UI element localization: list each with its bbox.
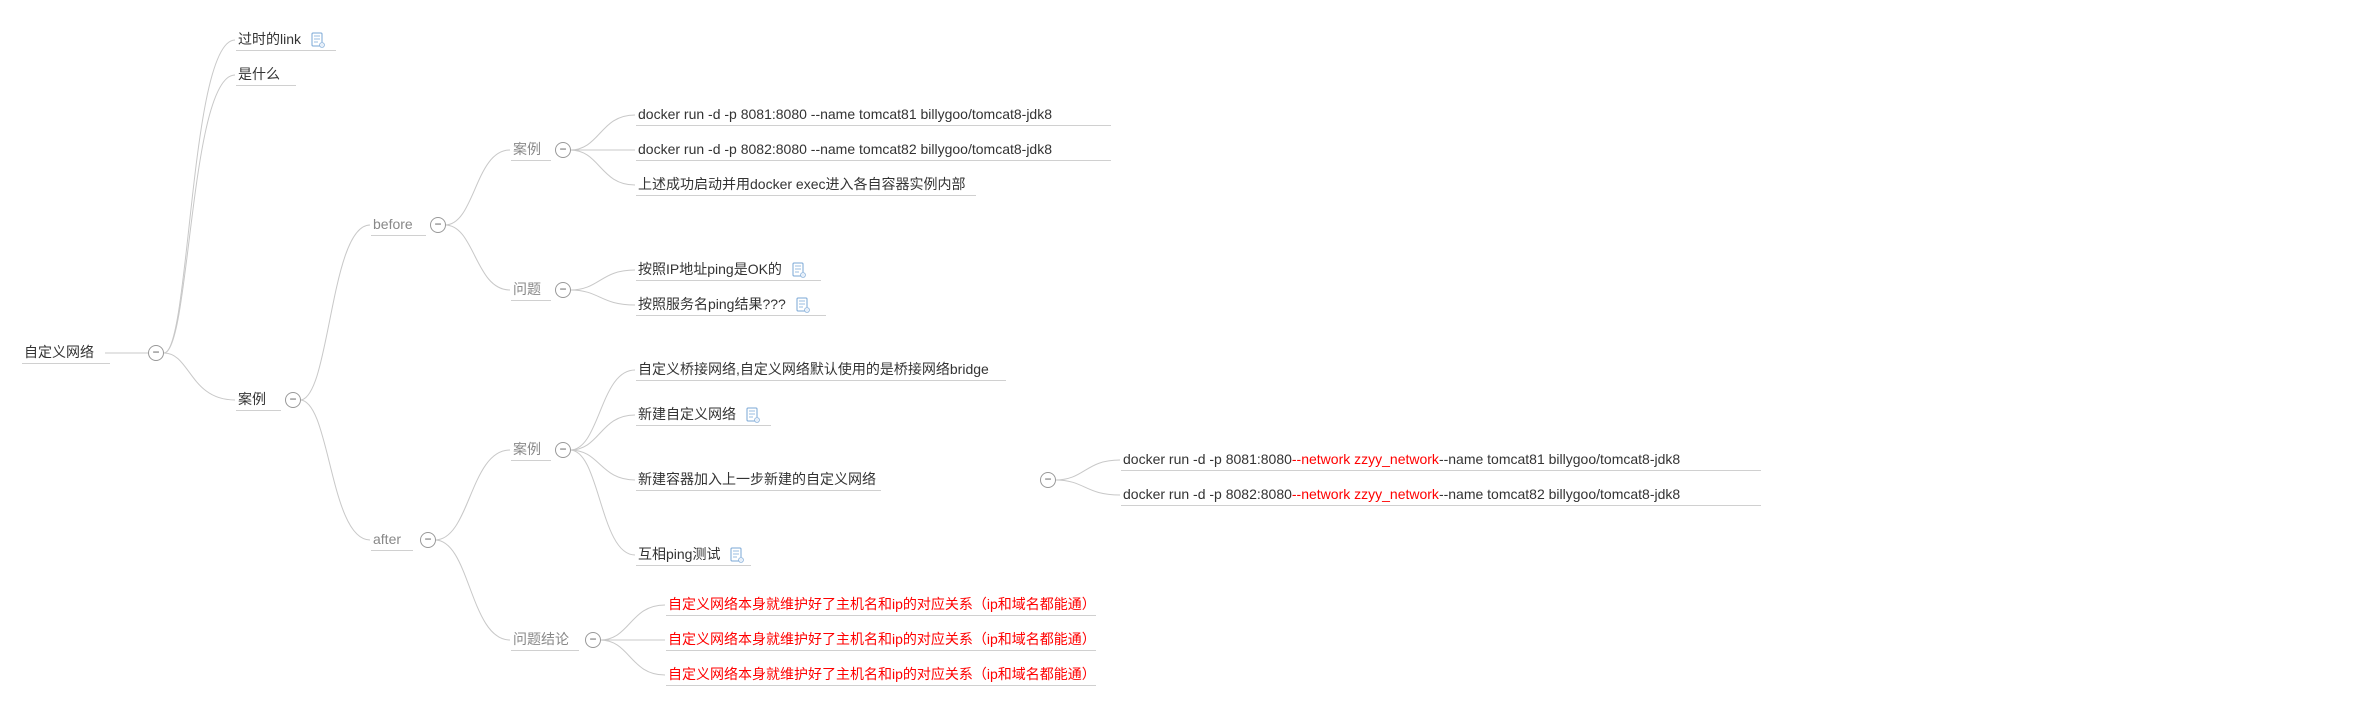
node-before-case[interactable]: 案例 <box>513 140 541 160</box>
node-label: 按照IP地址ping是OK的 <box>638 260 782 280</box>
node-underline <box>1121 505 1761 506</box>
node-label: before <box>373 215 413 235</box>
node-underline <box>636 490 881 491</box>
node-label: 自定义网络本身就维护好了主机名和ip的对应关系（ip和域名都能通） <box>668 665 1096 685</box>
node-underline <box>511 460 551 461</box>
note-icon <box>796 297 810 313</box>
node-underline <box>511 300 551 301</box>
node-conclusion-1[interactable]: 自定义网络本身就维护好了主机名和ip的对应关系（ip和域名都能通） <box>668 595 1096 615</box>
node-underline <box>236 85 296 86</box>
node-conclusion-3[interactable]: 自定义网络本身就维护好了主机名和ip的对应关系（ip和域名都能通） <box>668 665 1096 685</box>
note-icon <box>730 547 744 563</box>
node-underline <box>666 685 1096 686</box>
node-label: 案例 <box>513 140 541 160</box>
node-label: 问题结论 <box>513 630 569 650</box>
node-underline <box>511 650 579 651</box>
node-ping-ip[interactable]: 按照IP地址ping是OK的 <box>638 260 806 280</box>
node-label: 自定义网络 <box>24 343 94 363</box>
node-join-run2[interactable]: docker run -d -p 8082:8080 --network zzy… <box>1123 485 1680 505</box>
node-conclusion-2[interactable]: 自定义网络本身就维护好了主机名和ip的对应关系（ip和域名都能通） <box>668 630 1096 650</box>
node-underline <box>636 565 751 566</box>
node-underline <box>636 125 1111 126</box>
note-icon <box>746 407 760 423</box>
node-label: docker run -d -p 8081:8080 --name tomcat… <box>638 105 1052 125</box>
toggle-before-problem[interactable] <box>555 282 571 298</box>
node-after[interactable]: after <box>373 530 401 550</box>
node-underline <box>22 363 110 364</box>
node-create-net[interactable]: 新建自定义网络 <box>638 405 760 425</box>
node-underline <box>666 615 1096 616</box>
node-ping-name[interactable]: 按照服务名ping结果??? <box>638 295 810 315</box>
node-underline <box>636 425 771 426</box>
cmd-part: --name tomcat81 billygoo/tomcat8-jdk8 <box>1439 450 1680 470</box>
cmd-part: --name tomcat82 billygoo/tomcat8-jdk8 <box>1439 485 1680 505</box>
cmd-part: docker run -d -p 8081:8080 <box>1123 450 1292 470</box>
node-after-case[interactable]: 案例 <box>513 440 541 460</box>
connectors <box>0 0 2371 716</box>
node-before-exec[interactable]: 上述成功启动并用docker exec进入各自容器实例内部 <box>638 175 965 195</box>
node-underline <box>511 160 551 161</box>
node-label: 自定义桥接网络,自定义网络默认使用的是桥接网络bridge <box>638 360 989 380</box>
note-icon <box>311 32 325 48</box>
node-label: after <box>373 530 401 550</box>
node-label: 上述成功启动并用docker exec进入各自容器实例内部 <box>638 175 965 195</box>
node-underline <box>636 380 1006 381</box>
node-underline <box>636 195 976 196</box>
node-conclusion[interactable]: 问题结论 <box>513 630 569 650</box>
toggle-after-case[interactable] <box>555 442 571 458</box>
node-join-run1[interactable]: docker run -d -p 8081:8080 --network zzy… <box>1123 450 1680 470</box>
node-underline <box>371 235 426 236</box>
cmd-highlight: --network zzyy_network <box>1292 485 1439 505</box>
node-label: 新建自定义网络 <box>638 405 736 425</box>
mindmap-canvas: { "root": { "label": "自定义网络" }, "l1": { … <box>0 0 2371 716</box>
node-what-is[interactable]: 是什么 <box>238 65 280 85</box>
cmd-highlight: --network zzyy_network <box>1292 450 1439 470</box>
toggle-after[interactable] <box>420 532 436 548</box>
node-outdated-link[interactable]: 过时的link <box>238 30 325 50</box>
node-underline <box>636 160 1111 161</box>
node-label: 自定义网络本身就维护好了主机名和ip的对应关系（ip和域名都能通） <box>668 595 1096 615</box>
node-label: 案例 <box>238 390 266 410</box>
node-before-run1[interactable]: docker run -d -p 8081:8080 --name tomcat… <box>638 105 1052 125</box>
node-label: 互相ping测试 <box>638 545 720 565</box>
toggle-conclusion[interactable] <box>585 632 601 648</box>
node-underline <box>636 315 826 316</box>
node-before-problem[interactable]: 问题 <box>513 280 541 300</box>
node-underline <box>636 280 821 281</box>
node-label: 过时的link <box>238 30 301 50</box>
toggle-before[interactable] <box>430 217 446 233</box>
node-ping-test[interactable]: 互相ping测试 <box>638 545 744 565</box>
node-label: 案例 <box>513 440 541 460</box>
node-bridge-desc[interactable]: 自定义桥接网络,自定义网络默认使用的是桥接网络bridge <box>638 360 989 380</box>
cmd-part: docker run -d -p 8082:8080 <box>1123 485 1292 505</box>
toggle-join-net[interactable] <box>1040 472 1056 488</box>
node-underline <box>666 650 1096 651</box>
toggle-case-l1[interactable] <box>285 392 301 408</box>
node-case-l1[interactable]: 案例 <box>238 390 266 410</box>
node-underline <box>371 550 413 551</box>
toggle-before-case[interactable] <box>555 142 571 158</box>
node-label: 按照服务名ping结果??? <box>638 295 786 315</box>
node-underline <box>236 50 336 51</box>
node-label: 新建容器加入上一步新建的自定义网络 <box>638 470 876 490</box>
node-join-net[interactable]: 新建容器加入上一步新建的自定义网络 <box>638 470 876 490</box>
node-label: 是什么 <box>238 65 280 85</box>
node-label: 自定义网络本身就维护好了主机名和ip的对应关系（ip和域名都能通） <box>668 630 1096 650</box>
toggle-root[interactable] <box>148 345 164 361</box>
node-before[interactable]: before <box>373 215 413 235</box>
node-underline <box>1121 470 1761 471</box>
node-label: docker run -d -p 8082:8080 --name tomcat… <box>638 140 1052 160</box>
node-label: 问题 <box>513 280 541 300</box>
node-before-run2[interactable]: docker run -d -p 8082:8080 --name tomcat… <box>638 140 1052 160</box>
node-underline <box>236 410 281 411</box>
node-root[interactable]: 自定义网络 <box>24 343 94 363</box>
note-icon <box>792 262 806 278</box>
